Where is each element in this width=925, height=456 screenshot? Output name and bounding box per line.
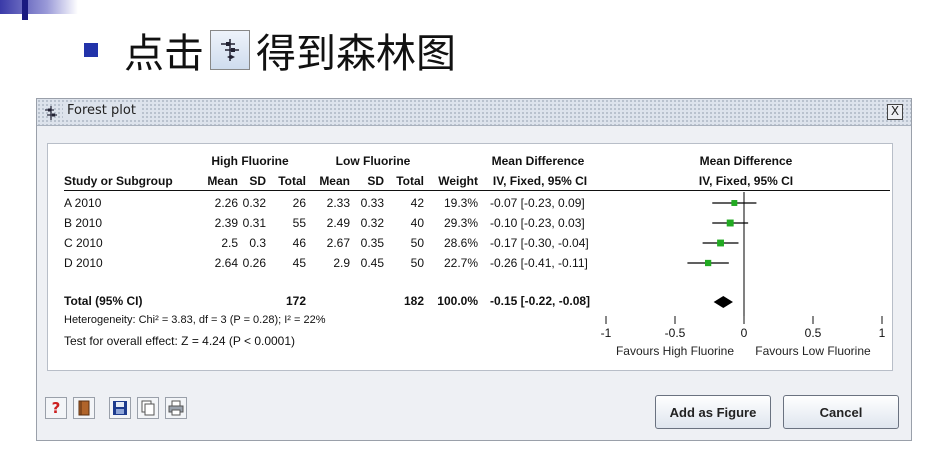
study-name: B 2010 [64,216,103,230]
sd2-header: SD [367,174,384,188]
sd2-value: 0.45 [360,256,384,270]
book-icon[interactable] [73,397,95,419]
tick-label: 1 [879,326,886,340]
forest-plot-icon [43,105,59,124]
weight-value: 22.7% [443,256,478,270]
study-marker [726,219,734,227]
sd1-value: 0.3 [249,236,266,250]
total2-value: 40 [410,216,424,230]
study-name: C 2010 [64,236,103,250]
method-header: IV, Fixed, 95% CI [492,174,588,188]
total2-value: 50 [410,236,424,250]
favours-left-label: Favours High Fluorine [616,344,734,358]
tick-label: 0.5 [805,326,822,340]
total2-header: Total [396,174,424,188]
weight-header: Weight [438,174,478,188]
group1-header: High Fluorine [211,154,289,168]
mean2-value: 2.33 [326,196,350,210]
total2-value: 42 [410,196,424,210]
forest-plot-icon [210,30,250,70]
print-icon[interactable] [165,397,187,419]
weight-value: 19.3% [443,196,478,210]
mean2-header: Mean [319,174,350,188]
mean1-value: 2.64 [214,256,238,270]
sd2-value: 0.32 [360,216,384,230]
save-icon[interactable] [109,397,131,419]
tick-label: -1 [601,326,612,340]
help-icon[interactable]: ? [45,397,67,419]
method-graph-header: IV, Fixed, 95% CI [698,174,794,188]
mean1-value: 2.26 [214,196,238,210]
tick-label: -0.5 [665,326,686,340]
study-marker [717,239,724,247]
forest-plot-panel: High Fluorine Low Fluorine Mean Differen… [47,143,893,371]
close-icon[interactable]: X [887,104,903,120]
total1-value: 46 [292,236,306,250]
study-marker [704,259,712,267]
weight-value: 100.0% [437,294,478,308]
slide-corner-decoration [0,0,78,20]
total1-value: 26 [292,196,306,210]
sd2-value: 0.35 [360,236,384,250]
total2-value: 182 [403,294,424,308]
total1-header: Total [278,174,306,188]
footer-toolbar: ? [45,397,193,419]
total1-value: 45 [292,256,306,270]
md-graph-header: Mean Difference [699,154,793,168]
bullet-icon [84,43,98,57]
sd1-header: SD [249,174,266,188]
forest-plot-dialog: Forest plot X High Fluorine Low Fluorine… [36,98,912,441]
mean2-value: 2.9 [333,256,350,270]
study-name: A 2010 [64,196,102,210]
sd2-value: 0.33 [360,196,384,210]
heterogeneity-text: Heterogeneity: Chi² = 3.83, df = 3 (P = … [64,314,326,326]
group2-header: Low Fluorine [335,154,411,168]
ci-value: -0.15 [-0.22, -0.08] [490,294,591,308]
add-as-figure-button[interactable]: Add as Figure [655,395,771,429]
weight-value: 29.3% [443,216,478,230]
cancel-button[interactable]: Cancel [783,395,899,429]
ci-value: -0.17 [-0.30, -0.04] [490,236,589,250]
forest-graph: -1 -0.5 0 0.5 1 Favours High Fluorine Favours … [601,192,886,358]
ci-value: -0.10 [-0.23, 0.03] [490,216,585,230]
study-marker [731,200,738,206]
total1-value: 55 [292,216,306,230]
study-header: Study or Subgroup [64,174,173,188]
sd1-value: 0.31 [242,216,266,230]
sd1-value: 0.32 [242,196,266,210]
pooled-diamond [713,296,733,308]
total-label: Total (95% CI) [64,294,143,308]
ci-value: -0.07 [-0.23, 0.09] [490,196,585,210]
heading-text: 点击 [124,31,204,77]
slide-heading: 点击 得到森林图 [84,22,456,78]
mean1-value: 2.39 [214,216,238,230]
sd1-value: 0.26 [242,256,266,270]
mean1-header: Mean [207,174,238,188]
mean2-value: 2.67 [326,236,350,250]
mean1-value: 2.5 [221,236,238,250]
heading-suffix: 得到森林图 [256,31,456,77]
weight-value: 28.6% [443,236,478,250]
overall-effect-text: Test for overall effect: Z = 4.24 (P < 0… [64,334,296,348]
favours-right-label: Favours Low Fluorine [755,344,871,358]
total1-value: 172 [285,294,306,308]
tick-label: 0 [741,326,748,340]
copy-icon[interactable] [137,397,159,419]
dialog-title: Forest plot [63,103,140,118]
study-name: D 2010 [64,256,103,270]
md-numeric-header: Mean Difference [491,154,585,168]
total2-value: 50 [410,256,424,270]
dialog-titlebar[interactable]: Forest plot X [37,99,911,126]
mean2-value: 2.49 [326,216,350,230]
ci-value: -0.26 [-0.41, -0.11] [490,256,588,270]
